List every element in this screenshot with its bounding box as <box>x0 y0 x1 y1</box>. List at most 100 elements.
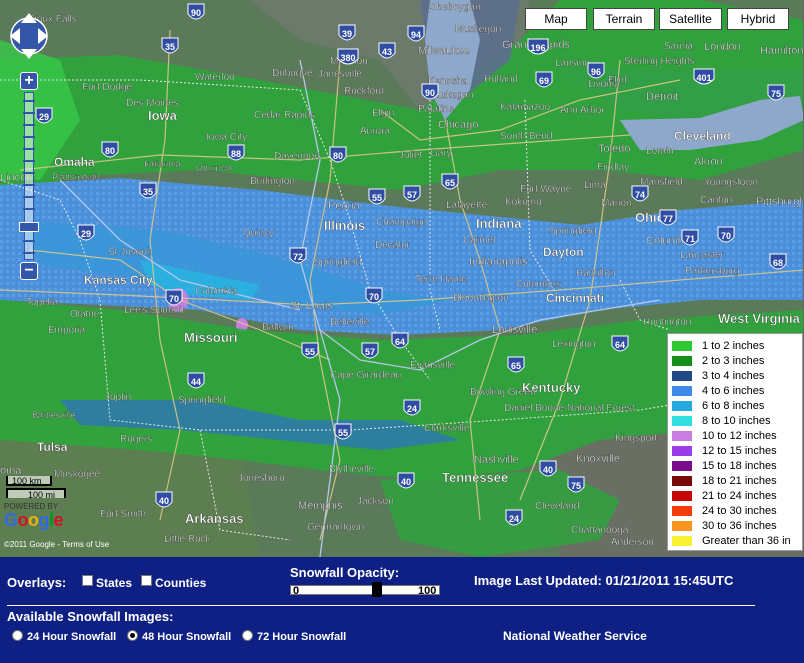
pan-up-icon[interactable] <box>21 13 37 23</box>
counties-label: Counties <box>155 576 207 590</box>
map-type-hybrid-button[interactable]: Hybrid <box>727 8 789 30</box>
shield-number: 80 <box>333 151 343 161</box>
city-label: Omaha <box>54 155 95 169</box>
zoom-in-button[interactable]: + <box>20 72 38 90</box>
legend-swatch <box>672 460 692 471</box>
city-label: Blytheville <box>329 464 374 475</box>
city-label: Decatur <box>375 240 411 251</box>
scale-mi-label: 100 mi <box>28 490 56 500</box>
zoom-tick <box>23 136 35 138</box>
city-label: Fort Dodge <box>82 82 132 93</box>
scale-km-label: 100 km <box>12 476 42 486</box>
city-label: St Joseph <box>108 247 152 258</box>
pan-control[interactable] <box>10 10 48 64</box>
interstate-shield: 88 <box>227 144 245 161</box>
shield-number: 72 <box>293 252 303 262</box>
interstate-shield: 40 <box>397 472 415 489</box>
pan-down-icon[interactable] <box>21 49 37 59</box>
city-label: Indiana <box>476 216 522 231</box>
opacity-max-label: 100 <box>418 585 437 597</box>
shield-number: 90 <box>425 88 435 98</box>
city-label: Plattsmouth <box>52 172 100 182</box>
radio-48-hour[interactable] <box>127 630 138 641</box>
shield-number: 401 <box>696 73 711 83</box>
zoom-slider-thumb[interactable] <box>19 222 39 232</box>
available-images-label: Available Snowfall Images: <box>7 609 174 624</box>
shield-number: 70 <box>721 231 731 241</box>
zoom-tick <box>23 208 35 210</box>
map-type-map-button[interactable]: Map <box>525 8 587 30</box>
radio-72-hour[interactable] <box>242 630 253 641</box>
city-label: Marion <box>601 198 632 209</box>
copyright-terms-link[interactable]: ©2011 Google - Terms of Use <box>4 540 109 549</box>
map-type-satellite-button[interactable]: Satellite <box>659 8 722 30</box>
city-label: Memphis <box>298 500 343 512</box>
city-label: Akron <box>694 156 723 168</box>
control-panel: Overlays: States Counties Snowfall Opaci… <box>0 557 804 663</box>
radio-24-hour[interactable] <box>12 630 23 641</box>
source-label: National Weather Service <box>503 629 647 643</box>
city-label: Olathe <box>70 309 100 320</box>
legend-row: 21 to 24 inches <box>672 488 798 503</box>
city-label: Janesville <box>318 69 362 80</box>
radio-24-hour-label: 24 Hour Snowfall <box>27 631 117 643</box>
city-label: Lorain <box>646 146 674 157</box>
city-label: Dubuque <box>272 68 313 79</box>
map-type-terrain-button[interactable]: Terrain <box>593 8 655 30</box>
google-logo[interactable]: Google <box>4 510 64 531</box>
city-label: Bartlesville <box>32 410 76 420</box>
legend-swatch <box>672 370 692 381</box>
states-checkbox[interactable] <box>82 575 93 586</box>
city-label: Milwaukee <box>418 45 470 57</box>
counties-checkbox[interactable] <box>141 575 152 586</box>
interstate-shield: 39 <box>338 24 356 41</box>
interstate-shield: 35 <box>161 37 179 54</box>
city-label: Evansville <box>410 360 455 371</box>
city-label: Cleveland <box>674 129 731 143</box>
interstate-shield: 43 <box>378 42 396 59</box>
legend-row: 24 to 30 inches <box>672 503 798 518</box>
city-label: Clarksville <box>424 423 470 434</box>
legend-label: 18 to 21 inches <box>702 474 777 487</box>
opacity-label: Snowfall Opacity: <box>290 565 400 580</box>
legend-row: 3 to 4 inches <box>672 368 798 383</box>
legend-row: 10 to 12 inches <box>672 428 798 443</box>
interstate-shield: 401 <box>693 68 715 85</box>
city-label: St. Louis <box>290 300 333 312</box>
shield-number: 65 <box>511 361 521 371</box>
city-label: Anderson <box>611 537 654 548</box>
city-label: Aurora <box>360 126 390 137</box>
legend-row: 12 to 15 inches <box>672 443 798 458</box>
city-label: Lima <box>584 180 606 191</box>
shield-number: 70 <box>169 294 179 304</box>
legend-swatch <box>672 445 692 456</box>
zoom-slider-track[interactable] <box>24 92 34 260</box>
interstate-shield: 65 <box>441 173 459 190</box>
city-label: Canton <box>700 195 732 206</box>
snowfall-map[interactable]: Sioux Falls Sheboygan Muskegon Grand Rapids… <box>0 0 804 557</box>
opacity-slider-thumb[interactable] <box>372 582 382 597</box>
legend-row: 6 to 8 inches <box>672 398 798 413</box>
city-label: Louisville <box>492 324 537 336</box>
legend-row: 15 to 18 inches <box>672 458 798 473</box>
legend-label: 30 to 36 inches <box>702 519 777 532</box>
city-label: Germantown <box>307 522 364 533</box>
legend-label: 2 to 3 inches <box>702 354 765 367</box>
shield-number: 77 <box>663 214 673 224</box>
city-label: Springfield <box>314 257 361 268</box>
city-label: Missouri <box>184 330 237 345</box>
legend-swatch <box>672 475 692 486</box>
zoom-out-button[interactable]: − <box>20 262 38 280</box>
city-label: Kansas City <box>84 273 153 287</box>
city-label: London <box>704 41 741 53</box>
interstate-shield: 70 <box>165 289 183 306</box>
city-label: Emporia <box>48 325 86 336</box>
zoom-tick <box>23 100 35 102</box>
legend-swatch <box>672 355 692 366</box>
city-label: Huntington <box>643 317 691 328</box>
city-label: Topeka <box>26 297 59 308</box>
city-label: Arkansas <box>185 511 244 526</box>
shield-number: 55 <box>372 193 382 203</box>
city-label: Findlay <box>597 162 629 173</box>
city-label: Lexington <box>552 339 595 350</box>
